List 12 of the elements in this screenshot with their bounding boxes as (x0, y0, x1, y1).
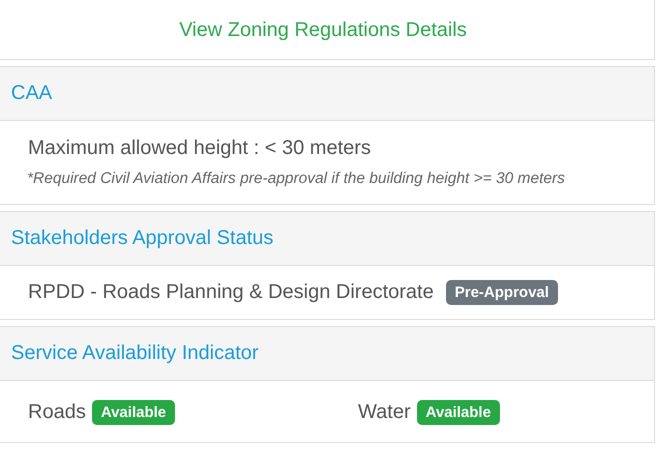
service-name: Roads (28, 400, 86, 424)
stakeholder-name: RPDD - Roads Planning & Design Directorate (28, 281, 434, 304)
height-note: *Required Civil Aviation Affairs pre-approval if the building height >= 30 meters (27, 170, 566, 188)
service-name: Water (358, 400, 411, 424)
status-badge: Available (92, 400, 176, 424)
status-badge: Available (416, 400, 500, 424)
section-title: CAA (11, 82, 52, 105)
status-badge: Pre-Approval (446, 280, 558, 305)
zoning-details-link[interactable]: View Zoning Regulations Details (179, 19, 467, 41)
height-limit-text: Maximum allowed height : < 30 meters (28, 137, 372, 160)
section-title: Stakeholders Approval Status (11, 227, 274, 250)
section-title: Service Availability Indicator (11, 342, 259, 365)
